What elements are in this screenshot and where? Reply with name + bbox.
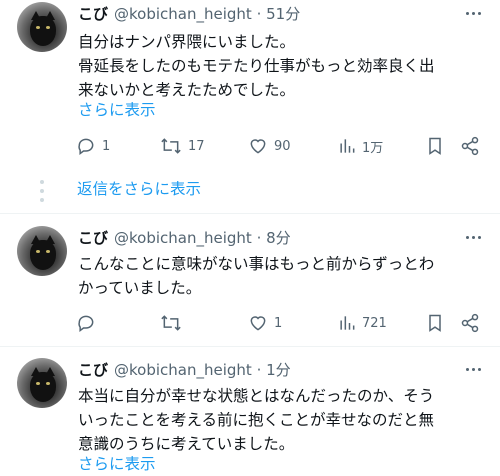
tweet-header: こび @kobichan_height · 1分 <box>78 358 291 380</box>
more-icon[interactable] <box>462 359 484 379</box>
like-button[interactable]: 1 <box>248 312 282 334</box>
bookmark-button[interactable] <box>426 135 444 157</box>
reply-icon <box>78 138 94 155</box>
share-icon <box>461 136 479 156</box>
retweet-icon <box>161 315 181 331</box>
views-icon <box>340 139 355 153</box>
author-handle-time[interactable]: @kobichan_height · 8分 <box>114 227 291 248</box>
tweet-actions: 1 17 90 1万 <box>76 135 488 157</box>
views-icon <box>340 316 355 330</box>
tweet-text: 自分はナンパ界隈にいました。 骨延長をしたのもモテたり仕事がもっと効率良く出 来… <box>78 30 488 102</box>
tweet-text-line: いったことを考える前に抱くことが幸せなのだと無 <box>78 411 435 429</box>
bookmark-icon <box>429 314 441 332</box>
tweet-text-line: こんなことに意味がない事はもっと前からずっとわ <box>78 255 435 273</box>
like-icon <box>250 316 266 331</box>
tweet-3[interactable]: こび @kobichan_height · 1分 本当に自分が幸せな状態とはなん… <box>0 356 500 476</box>
reply-icon <box>78 315 94 332</box>
views-count: 1万 <box>362 140 384 156</box>
reply-button[interactable]: 1 <box>76 135 110 157</box>
show-more-replies-link[interactable]: 返信をさらに表示 <box>77 178 201 200</box>
show-more-link[interactable]: さらに表示 <box>78 452 156 476</box>
reply-count: 1 <box>102 138 111 154</box>
tweet-text-line: 自分はナンパ界隈にいました。 <box>78 33 296 51</box>
bookmark-icon <box>429 137 441 155</box>
thread-dot <box>40 198 44 202</box>
tweet-text-line: かっていました。 <box>78 279 202 297</box>
avatar[interactable] <box>17 2 67 52</box>
tweet-1[interactable]: こび @kobichan_height · 51分 自分はナンパ界隈にいました。… <box>0 0 500 170</box>
avatar[interactable] <box>17 358 67 408</box>
tweet-header: こび @kobichan_height · 8分 <box>78 226 291 248</box>
reply-button[interactable] <box>76 312 102 334</box>
tweet-text-line: 本当に自分が幸せな状態とはなんだったのか、そう <box>78 387 435 405</box>
retweet-count: 17 <box>188 138 205 154</box>
retweet-button[interactable] <box>160 312 188 334</box>
like-count: 90 <box>274 138 291 154</box>
author-name[interactable]: こび <box>78 3 108 24</box>
tweet-header: こび @kobichan_height · 51分 <box>78 2 300 24</box>
retweet-button[interactable]: 17 <box>160 135 205 157</box>
thread-dot <box>40 189 44 193</box>
retweet-icon <box>161 138 181 154</box>
tweet-text-line: 骨延長をしたのもモテたり仕事がもっと効率良く出 <box>78 57 435 75</box>
author-handle-time[interactable]: @kobichan_height · 51分 <box>114 3 300 24</box>
views-button[interactable]: 1万 <box>338 135 383 157</box>
tweet-2[interactable]: こび @kobichan_height · 8分 こんなことに意味がない事はもっ… <box>0 222 500 342</box>
like-count: 1 <box>274 315 283 331</box>
bookmark-button[interactable] <box>426 312 444 334</box>
divider <box>0 213 500 214</box>
thread-dot <box>40 180 44 184</box>
show-more-link[interactable]: さらに表示 <box>78 98 156 122</box>
share-button[interactable] <box>460 135 480 157</box>
author-name[interactable]: こび <box>78 359 108 380</box>
views-count: 721 <box>362 315 387 331</box>
avatar[interactable] <box>17 226 67 276</box>
tweet-actions: 1 721 <box>76 312 488 334</box>
more-icon[interactable] <box>462 227 484 247</box>
share-icon <box>461 313 479 333</box>
more-icon[interactable] <box>462 3 484 23</box>
author-handle-time[interactable]: @kobichan_height · 1分 <box>114 359 291 380</box>
like-button[interactable]: 90 <box>248 135 291 157</box>
tweet-text: こんなことに意味がない事はもっと前からずっとわ かっていました。 <box>78 252 488 300</box>
views-button[interactable]: 721 <box>338 312 387 334</box>
like-icon <box>250 139 266 154</box>
divider <box>0 346 500 347</box>
tweet-text: 本当に自分が幸せな状態とはなんだったのか、そう いったことを考える前に抱くことが… <box>78 384 488 456</box>
share-button[interactable] <box>460 312 480 334</box>
author-name[interactable]: こび <box>78 227 108 248</box>
